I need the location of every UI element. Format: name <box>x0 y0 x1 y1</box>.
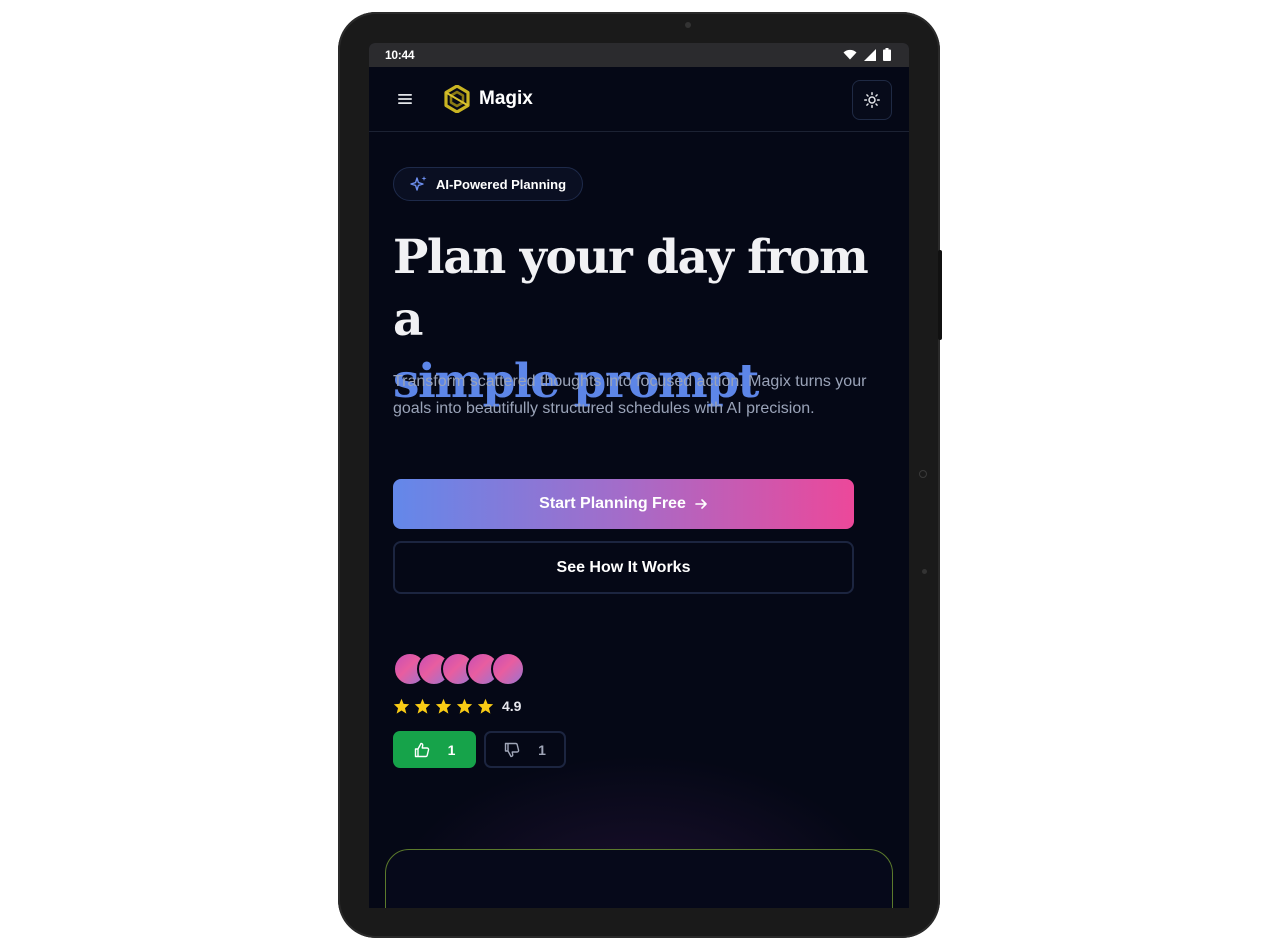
star-icon <box>393 698 410 714</box>
device-mic <box>922 569 927 574</box>
rating-value: 4.9 <box>502 698 522 714</box>
avatar <box>491 652 525 686</box>
magix-logo-icon[interactable] <box>444 85 470 113</box>
hero-title-line: Plan your day from a <box>393 230 869 347</box>
start-planning-button[interactable]: Start Planning Free <box>393 479 854 529</box>
status-time: 10:44 <box>385 48 415 62</box>
badge-label: AI-Powered Planning <box>436 176 567 192</box>
status-bar: 10:44 <box>369 43 909 67</box>
status-icons <box>843 48 891 61</box>
theme-toggle-button[interactable] <box>852 80 892 120</box>
see-how-label: See How It Works <box>556 558 691 576</box>
star-icon <box>414 698 431 714</box>
arrow-right-icon <box>695 499 707 509</box>
ai-badge: AI-Powered Planning <box>393 167 584 201</box>
device-sensor <box>919 470 927 478</box>
brand-name[interactable]: Magix <box>479 88 533 110</box>
battery-icon <box>883 48 891 61</box>
start-planning-label: Start Planning Free <box>539 495 686 512</box>
front-camera <box>685 22 691 28</box>
hero-description: Transform scattered thoughts into focuse… <box>393 373 867 417</box>
sparkles-icon <box>410 176 427 191</box>
star-rating: 4.9 <box>393 698 521 714</box>
star-icon <box>456 698 473 714</box>
menu-button[interactable] <box>397 91 413 107</box>
device-side-button <box>938 250 942 340</box>
signal-icon <box>864 48 876 61</box>
sun-icon <box>864 92 880 108</box>
wifi-icon <box>843 49 857 60</box>
star-icon <box>477 698 494 714</box>
star-icon <box>435 698 452 714</box>
see-how-it-works-button[interactable]: See How It Works <box>393 541 854 594</box>
app-screen: 10:44 Magix AI-Powered Planning Plan you… <box>369 43 909 908</box>
top-navbar: Magix <box>369 67 909 132</box>
app-preview-card <box>385 849 893 908</box>
hamburger-menu-icon <box>398 94 412 104</box>
